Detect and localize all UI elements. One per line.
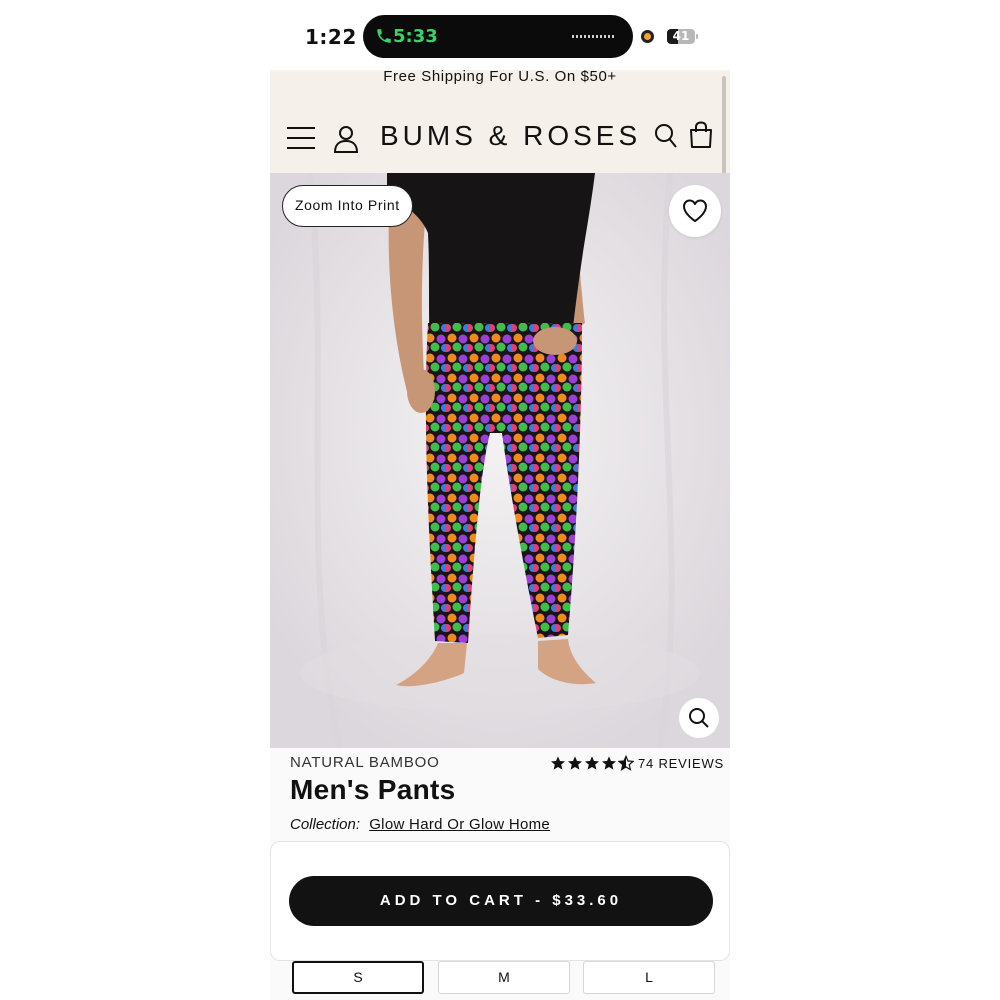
review-count[interactable]: 74 REVIEWS (638, 756, 724, 771)
collection-info: Collection: Glow Hard Or Glow Home (290, 816, 550, 833)
magnifier-icon (689, 708, 709, 728)
cart-panel: ADD TO CART - $33.60 (270, 841, 730, 961)
phone-icon (377, 29, 391, 43)
half-star-icon (618, 755, 634, 771)
product-image[interactable]: Zoom Into Print (270, 173, 730, 748)
battery-icon: 41 (667, 29, 695, 44)
site-header: Free Shipping For U.S. On $50+ BUMS & RO… (270, 70, 730, 176)
heart-icon (683, 199, 707, 222)
hamburger-menu-icon[interactable] (286, 126, 316, 150)
wishlist-button[interactable] (669, 185, 721, 237)
site-logo[interactable]: BUMS & ROSES (380, 120, 637, 152)
zoom-into-print-button[interactable]: Zoom Into Print (282, 185, 413, 227)
image-zoom-button[interactable] (679, 698, 719, 738)
product-rating[interactable]: 74 REVIEWS (550, 754, 724, 772)
call-duration: 5:33 (393, 26, 438, 47)
size-selector: S M L (270, 961, 730, 1000)
privacy-indicator-icon (641, 30, 654, 43)
size-option-m[interactable]: M (438, 961, 570, 994)
star-icon (551, 756, 565, 770)
status-time: 1:22 (305, 25, 357, 49)
star-icon (602, 756, 616, 770)
add-to-cart-button[interactable]: ADD TO CART - $33.60 (289, 876, 713, 926)
product-title: Men's Pants (290, 774, 456, 805)
battery-cap (696, 34, 698, 39)
size-option-l[interactable]: L (583, 961, 715, 994)
audio-waveform-icon (572, 35, 616, 38)
search-icon[interactable] (654, 123, 678, 149)
star-rating (550, 755, 634, 771)
collection-link[interactable]: Glow Hard Or Glow Home (369, 816, 550, 833)
star-icon (568, 756, 582, 770)
shopping-bag-icon[interactable] (688, 121, 714, 149)
model-photo (270, 173, 730, 748)
star-icon (585, 756, 599, 770)
battery-level: 41 (672, 29, 690, 43)
account-icon[interactable] (333, 125, 359, 153)
announcement-bar: Free Shipping For U.S. On $50+ (383, 70, 617, 85)
dynamic-island[interactable]: 5:33 (363, 15, 633, 58)
size-option-s[interactable]: S (292, 961, 424, 994)
product-material: NATURAL BAMBOO (290, 754, 440, 771)
product-page: Free Shipping For U.S. On $50+ BUMS & RO… (270, 70, 730, 1000)
scrollbar[interactable] (722, 76, 726, 176)
collection-label: Collection: (290, 816, 361, 833)
